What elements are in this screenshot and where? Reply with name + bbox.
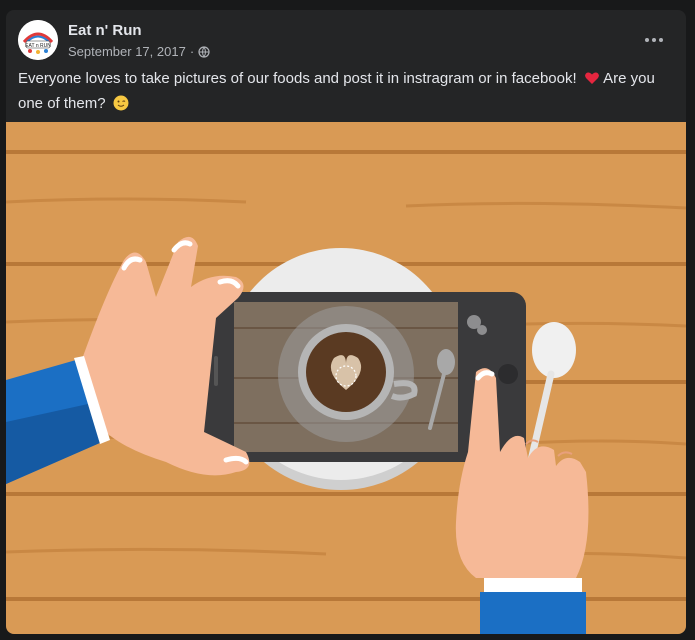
red-heart-emoji: [584, 70, 600, 93]
more-options-button[interactable]: [640, 26, 668, 54]
winking-face-emoji: [113, 95, 129, 118]
meta-separator: ·: [189, 44, 195, 59]
post-photo[interactable]: [6, 122, 686, 634]
illustration-hands-phone-photographing-coffee: [6, 122, 686, 634]
eat-n-run-logo: EAT n RUN: [18, 20, 58, 60]
page-avatar[interactable]: EAT n RUN: [18, 20, 58, 60]
post-header: EAT n RUN Eat n' Run September 17, 2017 …: [18, 20, 674, 62]
post-meta: September 17, 2017 ·: [68, 44, 210, 59]
post-caption: Everyone loves to take pictures of our f…: [18, 68, 668, 118]
globe-icon[interactable]: [198, 45, 210, 58]
svg-text:EAT n RUN: EAT n RUN: [25, 43, 51, 49]
post-card: EAT n RUN Eat n' Run September 17, 2017 …: [6, 10, 686, 634]
more-options-icon: [645, 38, 663, 42]
caption-text-1: Everyone loves to take pictures of our f…: [18, 70, 577, 87]
post-date[interactable]: September 17, 2017: [68, 44, 186, 59]
page-name-link[interactable]: Eat n' Run: [68, 22, 142, 39]
